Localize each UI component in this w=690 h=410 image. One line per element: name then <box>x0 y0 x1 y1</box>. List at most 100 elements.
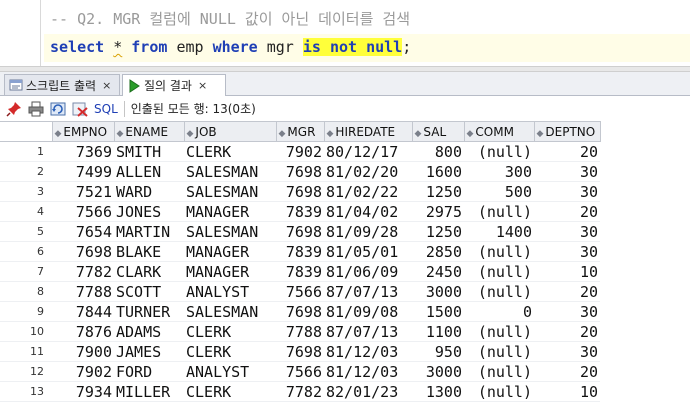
table-cell[interactable]: 7698 <box>52 241 114 262</box>
table-cell[interactable]: 7839 <box>276 241 324 262</box>
table-row[interactable]: 12 7902 FORD ANALYST 7566 81/12/03 3000 (null) 2… <box>0 361 600 382</box>
table-row[interactable]: 11 7900 JAMES CLERK 7698 81/12/03 950 (null) 30 <box>0 341 600 362</box>
table-cell[interactable]: 1600 <box>412 161 464 182</box>
table-cell[interactable]: 7788 <box>276 321 324 342</box>
table-cell[interactable]: (null) <box>464 281 534 302</box>
table-cell[interactable]: 0 <box>464 301 534 322</box>
table-cell[interactable]: 30 <box>534 221 600 242</box>
table-cell[interactable]: 81/06/09 <box>324 261 412 282</box>
table-cell[interactable]: CLERK <box>184 141 276 162</box>
table-cell[interactable]: 20 <box>534 361 600 382</box>
table-cell[interactable]: 81/09/28 <box>324 221 412 242</box>
cancel-fetch-icon[interactable] <box>72 101 88 117</box>
table-cell[interactable]: 3000 <box>412 281 464 302</box>
table-cell[interactable]: ANALYST <box>184 281 276 302</box>
table-cell[interactable]: 1250 <box>412 221 464 242</box>
result-grid[interactable]: ◆ EMPNO ◆ ENAME ◆ JOB ◆ MGR ◆ HIREDATE ◆ SAL ◆… <box>0 121 690 410</box>
table-cell[interactable]: 87/07/13 <box>324 281 412 302</box>
table-cell[interactable]: 30 <box>534 241 600 262</box>
close-icon[interactable]: × <box>198 79 207 92</box>
table-cell[interactable]: SALESMAN <box>184 181 276 202</box>
table-cell[interactable]: 80/12/17 <box>324 141 412 162</box>
column-header-deptno[interactable]: ◆ DEPTNO <box>533 121 601 142</box>
table-cell[interactable]: BLAKE <box>114 241 184 262</box>
table-cell[interactable]: 7788 <box>52 281 114 302</box>
table-cell[interactable]: 950 <box>412 341 464 362</box>
table-cell[interactable]: 7698 <box>276 181 324 202</box>
table-cell[interactable]: 7499 <box>52 161 114 182</box>
table-cell[interactable]: 7698 <box>276 221 324 242</box>
table-row[interactable]: 2 7499 ALLEN SALESMAN 7698 81/02/20 1600 300 30 <box>0 161 600 182</box>
table-cell[interactable]: 500 <box>464 181 534 202</box>
table-cell[interactable]: MANAGER <box>184 261 276 282</box>
table-cell[interactable]: (null) <box>464 241 534 262</box>
table-cell[interactable]: FORD <box>114 361 184 382</box>
table-row[interactable]: 5 7654 MARTIN SALESMAN 7698 81/09/28 1250 1400 3… <box>0 221 600 242</box>
table-cell[interactable]: 20 <box>534 141 600 162</box>
table-cell[interactable]: SALESMAN <box>184 301 276 322</box>
table-cell[interactable]: 1300 <box>412 381 464 402</box>
table-cell[interactable]: CLERK <box>184 381 276 402</box>
column-header-mgr[interactable]: ◆ MGR <box>275 121 325 142</box>
table-cell[interactable]: 7698 <box>276 161 324 182</box>
table-cell[interactable]: 81/02/22 <box>324 181 412 202</box>
table-cell[interactable]: CLARK <box>114 261 184 282</box>
tab-query-result[interactable]: 질의 결과 × <box>122 74 226 96</box>
table-cell[interactable]: 1400 <box>464 221 534 242</box>
table-cell[interactable]: 20 <box>534 201 600 222</box>
table-cell[interactable]: 7698 <box>276 301 324 322</box>
table-cell[interactable]: 81/05/01 <box>324 241 412 262</box>
table-cell[interactable]: 800 <box>412 141 464 162</box>
table-cell[interactable]: TURNER <box>114 301 184 322</box>
table-cell[interactable]: 81/12/03 <box>324 361 412 382</box>
table-cell[interactable]: 81/04/02 <box>324 201 412 222</box>
table-cell[interactable]: 2850 <box>412 241 464 262</box>
table-cell[interactable]: 7566 <box>52 201 114 222</box>
table-cell[interactable]: (null) <box>464 321 534 342</box>
table-cell[interactable]: 7934 <box>52 381 114 402</box>
column-header-ename[interactable]: ◆ ENAME <box>113 121 185 142</box>
table-cell[interactable]: 7654 <box>52 221 114 242</box>
table-cell[interactable]: 7782 <box>276 381 324 402</box>
print-icon[interactable] <box>28 101 44 117</box>
table-cell[interactable]: ADAMS <box>114 321 184 342</box>
table-cell[interactable]: ANALYST <box>184 361 276 382</box>
table-cell[interactable]: 10 <box>534 381 600 402</box>
sql-editor[interactable]: -- Q2. MGR 컬럼에 NULL 값이 아닌 데이터를 검색 select… <box>0 0 690 66</box>
table-cell[interactable]: 81/02/20 <box>324 161 412 182</box>
table-cell[interactable]: CLERK <box>184 321 276 342</box>
table-cell[interactable]: (null) <box>464 141 534 162</box>
table-cell[interactable]: (null) <box>464 341 534 362</box>
table-cell[interactable]: 7566 <box>276 281 324 302</box>
table-cell[interactable]: 20 <box>534 321 600 342</box>
table-row[interactable]: 13 7934 MILLER CLERK 7782 82/01/23 1300 (null) 1… <box>0 381 600 402</box>
table-cell[interactable]: 300 <box>464 161 534 182</box>
table-row[interactable]: 4 7566 JONES MANAGER 7839 81/04/02 2975 (null) 2… <box>0 201 600 222</box>
pin-icon[interactable] <box>6 101 22 117</box>
table-cell[interactable]: (null) <box>464 381 534 402</box>
table-cell[interactable]: MARTIN <box>114 221 184 242</box>
table-cell[interactable]: 7902 <box>52 361 114 382</box>
table-cell[interactable]: 7839 <box>276 201 324 222</box>
column-header-empno[interactable]: ◆ EMPNO <box>51 121 115 142</box>
sql-button[interactable]: SQL <box>94 102 118 116</box>
close-icon[interactable]: × <box>102 79 111 92</box>
table-cell[interactable]: 30 <box>534 161 600 182</box>
table-cell[interactable]: MANAGER <box>184 241 276 262</box>
table-cell[interactable]: 81/09/08 <box>324 301 412 322</box>
table-row[interactable]: 9 7844 TURNER SALESMAN 7698 81/09/08 1500 0 30 <box>0 301 600 322</box>
table-cell[interactable]: 7902 <box>276 141 324 162</box>
column-header-comm[interactable]: ◆ COMM <box>463 121 535 142</box>
table-cell[interactable]: MILLER <box>114 381 184 402</box>
table-cell[interactable]: 7698 <box>276 341 324 362</box>
table-cell[interactable]: SCOTT <box>114 281 184 302</box>
table-cell[interactable]: SALESMAN <box>184 221 276 242</box>
table-cell[interactable]: 1250 <box>412 181 464 202</box>
column-header-hiredate[interactable]: ◆ HIREDATE <box>323 121 413 142</box>
table-cell[interactable]: 7839 <box>276 261 324 282</box>
table-cell[interactable]: 3000 <box>412 361 464 382</box>
refresh-icon[interactable] <box>50 101 66 117</box>
table-cell[interactable]: 20 <box>534 281 600 302</box>
table-cell[interactable]: 7521 <box>52 181 114 202</box>
table-cell[interactable]: CLERK <box>184 341 276 362</box>
